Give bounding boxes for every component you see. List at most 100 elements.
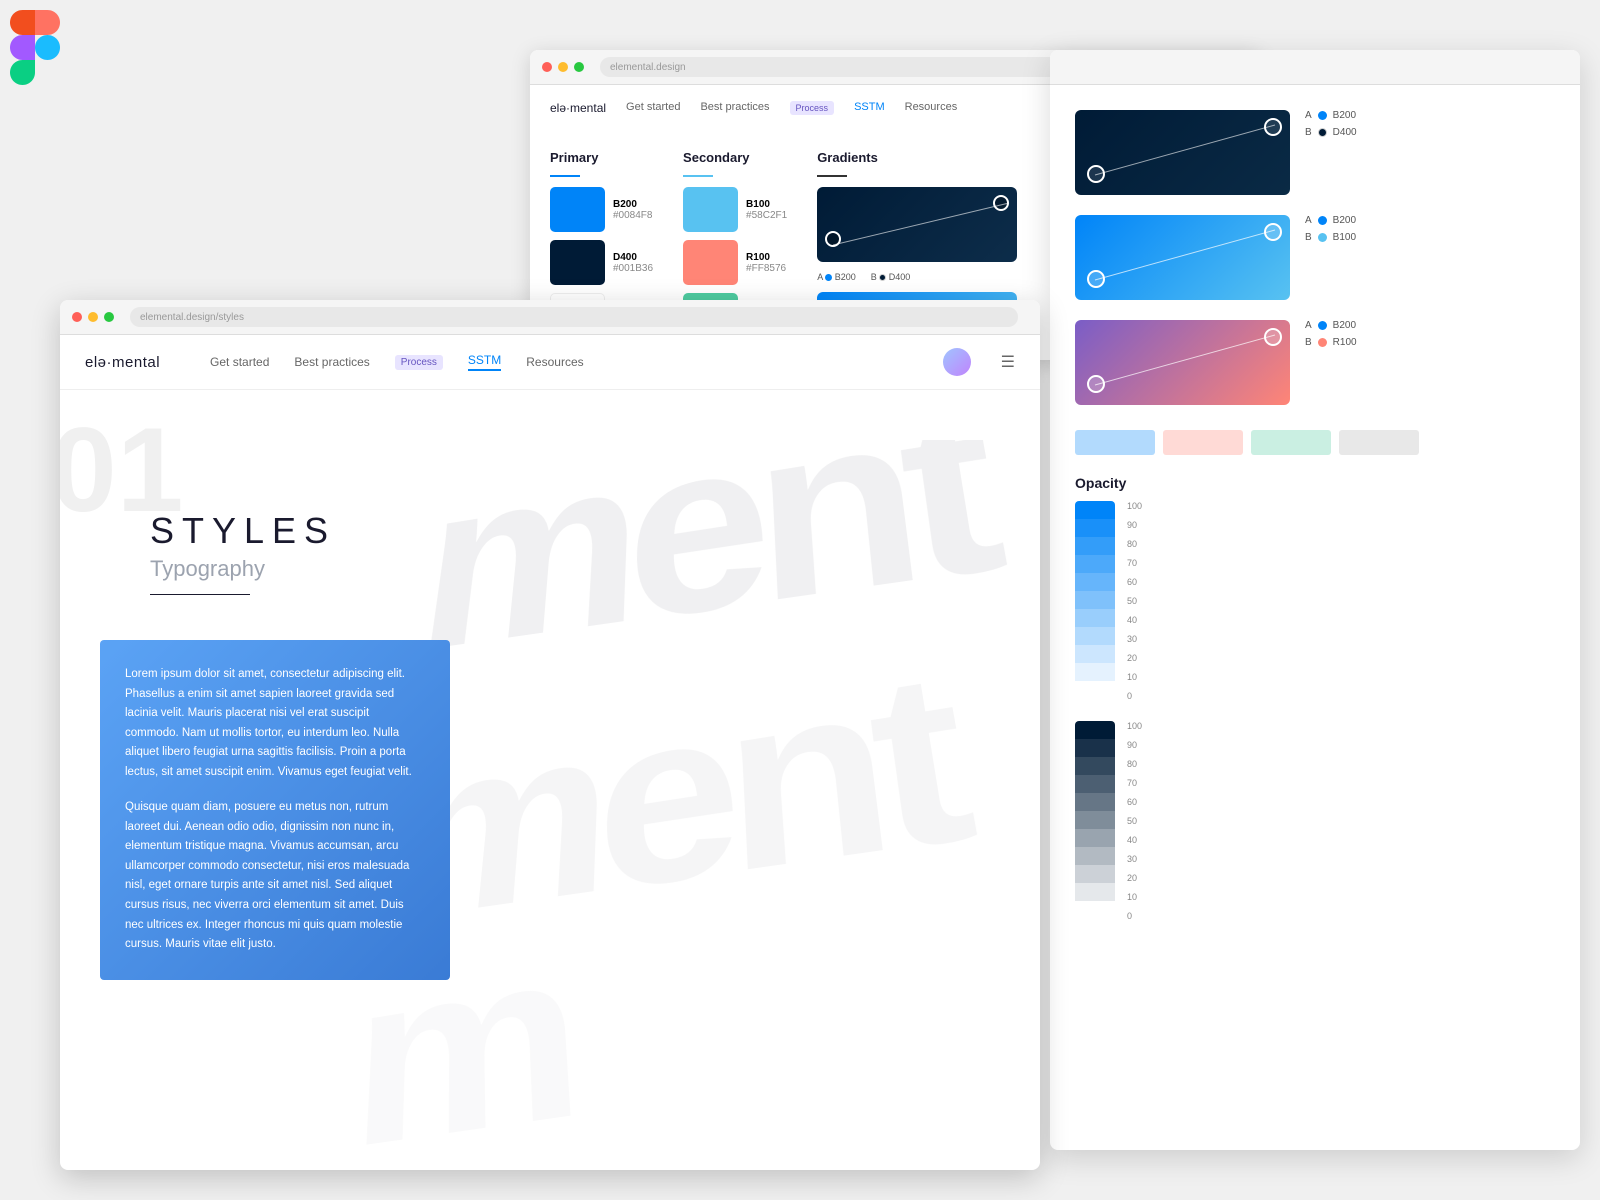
legend-a-text-1: B200 bbox=[1333, 110, 1356, 121]
back-swatch-name-b100: B100 bbox=[746, 199, 787, 210]
nav-get-started[interactable]: Get started bbox=[210, 355, 269, 369]
styles-title: STYLES bbox=[150, 510, 990, 552]
gradient-line-svg-2 bbox=[1075, 215, 1290, 300]
back-legend-a1: A B200 bbox=[817, 272, 856, 282]
gradient-2-legend: A B200 B B100 bbox=[1305, 215, 1356, 243]
legend-b-label-2: B bbox=[1305, 232, 1312, 243]
legend-b-text-3: R100 bbox=[1333, 337, 1357, 348]
dark-opacity-20 bbox=[1075, 865, 1115, 883]
legend-b-dot-3 bbox=[1318, 338, 1327, 347]
dark-opacity-label-70: 70 bbox=[1127, 778, 1142, 788]
dark-opacity-100 bbox=[1075, 721, 1115, 739]
gradient-row-2: A B200 B B100 bbox=[1075, 215, 1555, 300]
legend-b-2: B B100 bbox=[1305, 232, 1356, 243]
gradient-section-1: A B200 B D400 bbox=[1075, 110, 1555, 195]
main-browser-window: elemental.design/styles elə·mental Get s… bbox=[60, 300, 1040, 1170]
opacity-20-blue bbox=[1075, 645, 1115, 663]
nav-process[interactable]: Process bbox=[395, 355, 443, 370]
back-nav-get-started[interactable]: Get started bbox=[626, 101, 680, 115]
dark-opacity-60 bbox=[1075, 793, 1115, 811]
legend-b-label-3: B bbox=[1305, 337, 1312, 348]
right-panel-content: A B200 B D400 bbox=[1050, 85, 1580, 966]
back-primary-title: Primary bbox=[550, 150, 653, 165]
back-swatch-info-d400: D400 #001B36 bbox=[613, 252, 653, 274]
back-swatch-code-b200: #0084F8 bbox=[613, 210, 652, 221]
legend-b-1: B D400 bbox=[1305, 127, 1357, 138]
back-swatch-box-d400 bbox=[550, 240, 605, 285]
opacity-swatch-green-light bbox=[1251, 430, 1331, 455]
opacity-label-10: 10 bbox=[1127, 672, 1142, 682]
legend-a-dot-3 bbox=[1318, 321, 1327, 330]
opacity-label-80: 80 bbox=[1127, 539, 1142, 549]
dark-opacity-row: 100 90 80 70 60 50 40 30 20 10 0 bbox=[1075, 721, 1555, 921]
dark-opacity-40 bbox=[1075, 829, 1115, 847]
legend-a-3: A B200 bbox=[1305, 320, 1357, 331]
gradient-row-1: A B200 B D400 bbox=[1075, 110, 1555, 195]
nav-menu-icon[interactable]: ☰ bbox=[1001, 352, 1015, 372]
back-nav-process[interactable]: Process bbox=[790, 101, 835, 115]
gradient-section-2: A B200 B B100 bbox=[1075, 215, 1555, 300]
opacity-100-blue bbox=[1075, 501, 1115, 519]
main-logo-text: elə·mental bbox=[85, 354, 160, 371]
back-nav-best-practices[interactable]: Best practices bbox=[700, 101, 769, 115]
back-swatch-name-b200: B200 bbox=[613, 199, 652, 210]
back-gradient-1 bbox=[817, 187, 1017, 262]
back-gradient-1-legend: A B200 B D400 bbox=[817, 272, 1017, 282]
opacity-label-20: 20 bbox=[1127, 653, 1142, 663]
dark-opacity-80 bbox=[1075, 757, 1115, 775]
opacity-label-30: 30 bbox=[1127, 634, 1142, 644]
opacity-80-blue bbox=[1075, 537, 1115, 555]
blue-opacity-bar bbox=[1075, 501, 1115, 701]
gradient-3-legend: A B200 B R100 bbox=[1305, 320, 1357, 348]
back-swatch-code-d400: #001B36 bbox=[613, 263, 653, 274]
gradient-card-2 bbox=[1075, 215, 1290, 300]
dark-opacity-label-90: 90 bbox=[1127, 740, 1142, 750]
legend-b-text-1: D400 bbox=[1333, 127, 1357, 138]
back-logo-text: elə·mental bbox=[550, 101, 606, 115]
nav-resources[interactable]: Resources bbox=[526, 355, 583, 369]
gradient-line-svg-3 bbox=[1075, 320, 1290, 405]
nav-best-practices[interactable]: Best practices bbox=[294, 355, 369, 369]
dark-opacity-label-80: 80 bbox=[1127, 759, 1142, 769]
gradient-row-3: A B200 B R100 bbox=[1075, 320, 1555, 405]
back-gradients-underline bbox=[817, 175, 847, 177]
right-panel: A B200 B D400 bbox=[1050, 50, 1580, 1150]
legend-a-dot-1 bbox=[1318, 111, 1327, 120]
legend-b-dot-2 bbox=[1318, 233, 1327, 242]
typography-subtitle: Typography bbox=[150, 556, 990, 582]
legend-b-3: B R100 bbox=[1305, 337, 1357, 348]
legend-a-label-1: A bbox=[1305, 110, 1312, 121]
back-swatch-box-r100 bbox=[683, 240, 738, 285]
back-nav-sstm[interactable]: SSTM bbox=[854, 101, 885, 115]
blue-opacity-row: 100 90 80 70 60 50 40 30 20 10 0 bbox=[1075, 501, 1555, 701]
legend-a-label-2: A bbox=[1305, 215, 1312, 226]
opacity-label-60: 60 bbox=[1127, 577, 1142, 587]
opacity-50-blue bbox=[1075, 591, 1115, 609]
nav-avatar bbox=[943, 348, 971, 376]
back-swatch-code-b100: #58C2F1 bbox=[746, 210, 787, 221]
dark-opacity-label-100: 100 bbox=[1127, 721, 1142, 731]
back-swatch-info-b100: B100 #58C2F1 bbox=[746, 199, 787, 221]
legend-b-label-1: B bbox=[1305, 127, 1312, 138]
gradient-dot-b-3 bbox=[1264, 328, 1282, 346]
legend-a-dot-2 bbox=[1318, 216, 1327, 225]
gradient-dot-a-3 bbox=[1087, 375, 1105, 393]
back-swatch-name-d400: D400 bbox=[613, 252, 653, 263]
dark-opacity-label-10: 10 bbox=[1127, 892, 1142, 902]
chrome-dot-red-main bbox=[72, 312, 82, 322]
gradient-line-svg-1 bbox=[1075, 110, 1290, 195]
gradient-card-1 bbox=[1075, 110, 1290, 195]
legend-a-2: A B200 bbox=[1305, 215, 1356, 226]
nav-sstm[interactable]: SSTM bbox=[468, 353, 501, 371]
back-swatch-info-r100: R100 #FF8576 bbox=[746, 252, 786, 274]
back-swatch-b200: B200 #0084F8 bbox=[550, 187, 653, 232]
opacity-40-blue bbox=[1075, 609, 1115, 627]
gradients-area: A B200 B D400 bbox=[1075, 110, 1555, 405]
back-nav-resources[interactable]: Resources bbox=[905, 101, 958, 115]
dark-opacity-90 bbox=[1075, 739, 1115, 757]
right-panel-chrome bbox=[1050, 50, 1580, 85]
back-secondary-underline bbox=[683, 175, 713, 177]
dark-opacity-label-60: 60 bbox=[1127, 797, 1142, 807]
gradient-dot-b-1 bbox=[1264, 118, 1282, 136]
opacity-label-70: 70 bbox=[1127, 558, 1142, 568]
